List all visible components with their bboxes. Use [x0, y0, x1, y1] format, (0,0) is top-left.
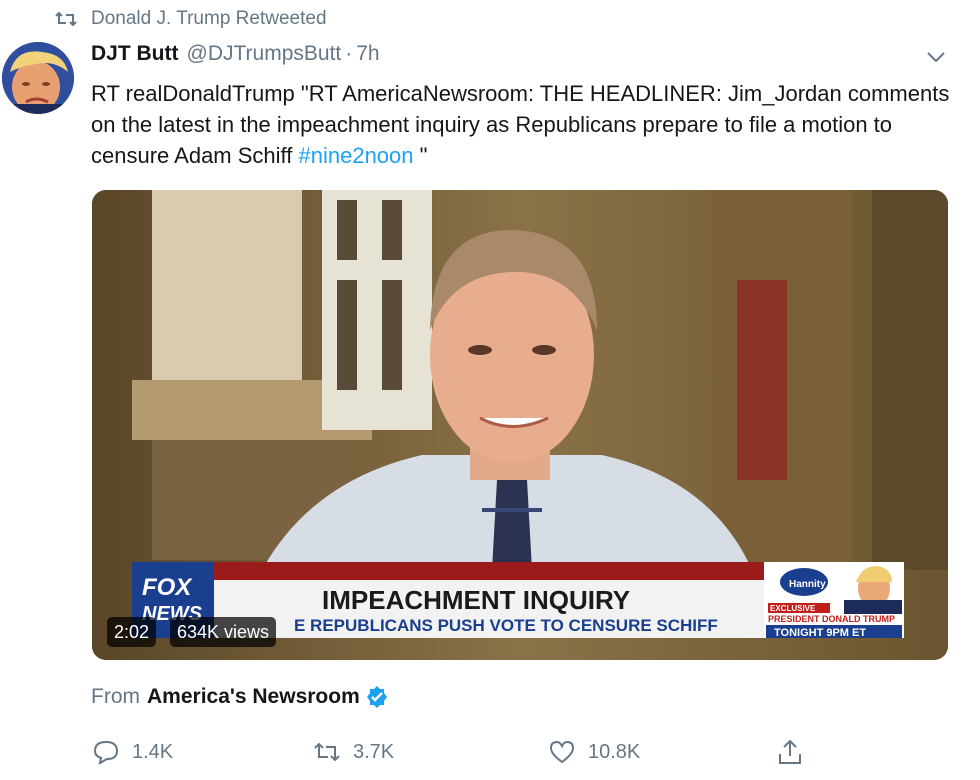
like-button[interactable]: 10.8K: [548, 735, 640, 769]
verified-badge-icon: [365, 685, 389, 709]
heart-icon: [548, 738, 576, 766]
tweet-text-body: RT realDonaldTrump "RT AmericaNewsroom: …: [91, 81, 950, 168]
svg-text:FOX: FOX: [142, 574, 193, 601]
retweet-icon: [54, 7, 78, 31]
header-separator: ·: [345, 42, 353, 65]
tweet-header: DJT Butt @DJTrumpsButt · 7h: [91, 42, 380, 72]
video-player[interactable]: FOX NEWS IMPEACHMENT INQUIRY E REPUBLICA…: [92, 190, 948, 660]
source-prefix: From: [91, 685, 140, 708]
hashtag-link[interactable]: #nine2noon: [299, 143, 414, 168]
reply-button[interactable]: 1.4K: [92, 735, 173, 769]
action-bar: 1.4K 3.7K 10.8K: [0, 735, 980, 769]
share-button[interactable]: [776, 735, 816, 769]
svg-text:EXCLUSIVE: EXCLUSIVE: [770, 604, 816, 613]
svg-text:PRESIDENT DONALD TRUMP: PRESIDENT DONALD TRUMP: [768, 614, 895, 624]
statue: [152, 190, 302, 380]
retweet-button[interactable]: 3.7K: [313, 735, 394, 769]
share-icon: [776, 738, 804, 766]
source-name-link[interactable]: America's Newsroom: [147, 685, 360, 709]
svg-text:TONIGHT 9PM ET: TONIGHT 9PM ET: [774, 627, 866, 639]
author-avatar[interactable]: [2, 42, 74, 114]
author-name[interactable]: DJT Butt: [91, 42, 179, 66]
reply-icon: [92, 738, 120, 766]
like-count: 10.8K: [588, 740, 641, 763]
svg-text:Hannity: Hannity: [789, 579, 826, 590]
author-handle[interactable]: @DJTrumpsButt: [187, 42, 342, 66]
tweet-text-end: ": [413, 143, 428, 168]
retweet-context-label: Donald J. Trump Retweeted: [91, 8, 327, 29]
retweet-context[interactable]: Donald J. Trump Retweeted: [54, 7, 327, 31]
video-views-badge: 634K views: [170, 617, 277, 647]
retweet-count: 3.7K: [353, 740, 395, 763]
video-duration-badge: 2:02: [107, 617, 157, 647]
svg-text:E REPUBLICANS PUSH VOTE TO CEN: E REPUBLICANS PUSH VOTE TO CENSURE SCHIF…: [294, 616, 718, 635]
tweet-text: RT realDonaldTrump "RT AmericaNewsroom: …: [91, 78, 951, 171]
reply-count: 1.4K: [132, 740, 174, 763]
retweet-icon: [313, 738, 341, 766]
svg-text:IMPEACHMENT INQUIRY: IMPEACHMENT INQUIRY: [322, 585, 630, 615]
more-options-chevron-icon[interactable]: [923, 46, 949, 68]
video-source: From America's Newsroom: [91, 682, 389, 712]
tweet-timestamp[interactable]: 7h: [356, 42, 379, 66]
